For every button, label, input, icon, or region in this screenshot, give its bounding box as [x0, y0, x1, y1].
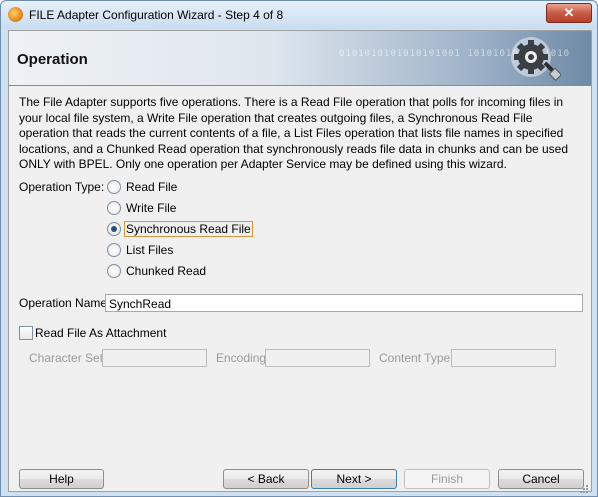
back-button[interactable]: < Back — [223, 469, 309, 489]
radio-synchronous-read-file[interactable]: Synchronous Read File — [107, 221, 253, 239]
content-type-input[interactable] — [451, 349, 556, 367]
radio-button[interactable] — [107, 264, 121, 278]
operation-name-label: Operation Name: — [19, 296, 111, 310]
resize-grip-icon[interactable] — [579, 484, 589, 494]
operation-description: The File Adapter supports five operation… — [19, 95, 569, 171]
radio-label: Read File — [126, 180, 178, 194]
read-as-attachment-label: Read File As Attachment — [35, 326, 167, 340]
operation-type-label: Operation Type: — [19, 180, 105, 194]
radio-label: Synchronous Read File — [124, 221, 253, 237]
radio-read-file[interactable]: Read File — [107, 179, 179, 197]
radio-label: Chunked Read — [126, 264, 207, 278]
window-title: FILE Adapter Configuration Wizard - Step… — [29, 8, 284, 22]
radio-button[interactable] — [107, 243, 121, 257]
character-set-input[interactable] — [102, 349, 207, 367]
content-type-label: Content Type: — [379, 351, 454, 365]
read-as-attachment-checkbox[interactable] — [19, 326, 33, 340]
radio-list-files[interactable]: List Files — [107, 242, 175, 260]
close-button[interactable]: ✕ — [546, 3, 592, 23]
encoding-label: Encoding: — [216, 351, 270, 365]
finish-button[interactable]: Finish — [404, 469, 490, 489]
operation-name-input[interactable]: SynchRead — [105, 294, 583, 312]
radio-button[interactable] — [107, 201, 121, 215]
radio-label: List Files — [126, 243, 174, 257]
radio-chunked-read[interactable]: Chunked Read — [107, 263, 208, 281]
page-title: Operation — [17, 51, 88, 68]
wizard-content: Operation 0101010101010101001 1010101010… — [8, 30, 592, 492]
radio-label: Write File — [126, 201, 177, 215]
title-bar[interactable]: FILE Adapter Configuration Wizard - Step… — [1, 1, 597, 29]
wizard-window: FILE Adapter Configuration Wizard - Step… — [0, 0, 598, 497]
help-button[interactable]: Help — [19, 469, 104, 489]
radio-write-file[interactable]: Write File — [107, 200, 178, 218]
cancel-button[interactable]: Cancel — [498, 469, 584, 489]
character-set-label: Character Set: — [29, 351, 107, 365]
app-icon — [8, 7, 23, 22]
next-button[interactable]: Next > — [311, 469, 397, 489]
encoding-input[interactable] — [265, 349, 370, 367]
step-header: Operation 0101010101010101001 1010101010… — [9, 31, 591, 86]
gear-plug-icon — [511, 37, 561, 82]
radio-button[interactable] — [107, 180, 121, 194]
radio-button-selected[interactable] — [107, 222, 121, 236]
